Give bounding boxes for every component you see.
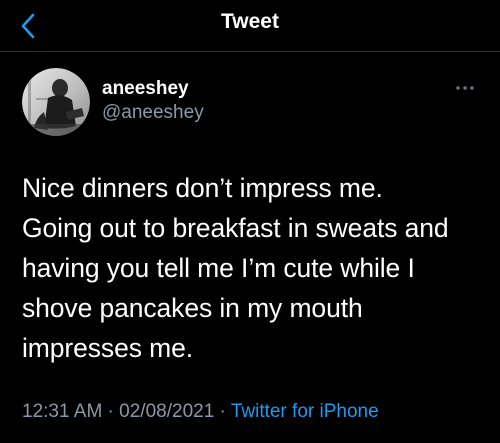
more-horizontal-icon bbox=[456, 86, 474, 90]
tweet-text-line: shove pancakes in my mouth bbox=[22, 293, 363, 323]
page-title: Tweet bbox=[221, 10, 279, 33]
author-names: aneeshey @aneeshey bbox=[102, 78, 204, 125]
tweet-text: Nice dinners don’t impress me. Going out… bbox=[22, 168, 488, 368]
tweet-metadata: 12:31 AM · 02/08/2021 · Twitter for iPho… bbox=[22, 401, 379, 423]
tweet-source-link[interactable]: Twitter for iPhone bbox=[231, 401, 379, 422]
tweet-text-line: impresses me. bbox=[22, 333, 193, 363]
tweet-text-line: having you tell me I’m cute while I bbox=[22, 253, 415, 283]
tweet-time[interactable]: 12:31 AM bbox=[22, 401, 102, 422]
tweet-date[interactable]: 02/08/2021 bbox=[119, 401, 214, 422]
tweet-text-line: Going out to breakfast in sweats and bbox=[22, 213, 449, 243]
more-options-button[interactable] bbox=[452, 80, 478, 96]
meta-separator: · bbox=[102, 401, 120, 422]
author-handle[interactable]: @aneeshey bbox=[102, 101, 204, 125]
top-navigation-bar: Tweet bbox=[0, 0, 500, 52]
avatar-image bbox=[22, 68, 90, 136]
tweet-author: aneeshey @aneeshey bbox=[22, 68, 478, 138]
meta-separator: · bbox=[214, 401, 231, 422]
avatar[interactable] bbox=[22, 68, 90, 136]
author-display-name[interactable]: aneeshey bbox=[102, 78, 204, 100]
tweet-text-line: Nice dinners don’t impress me. bbox=[22, 173, 383, 203]
